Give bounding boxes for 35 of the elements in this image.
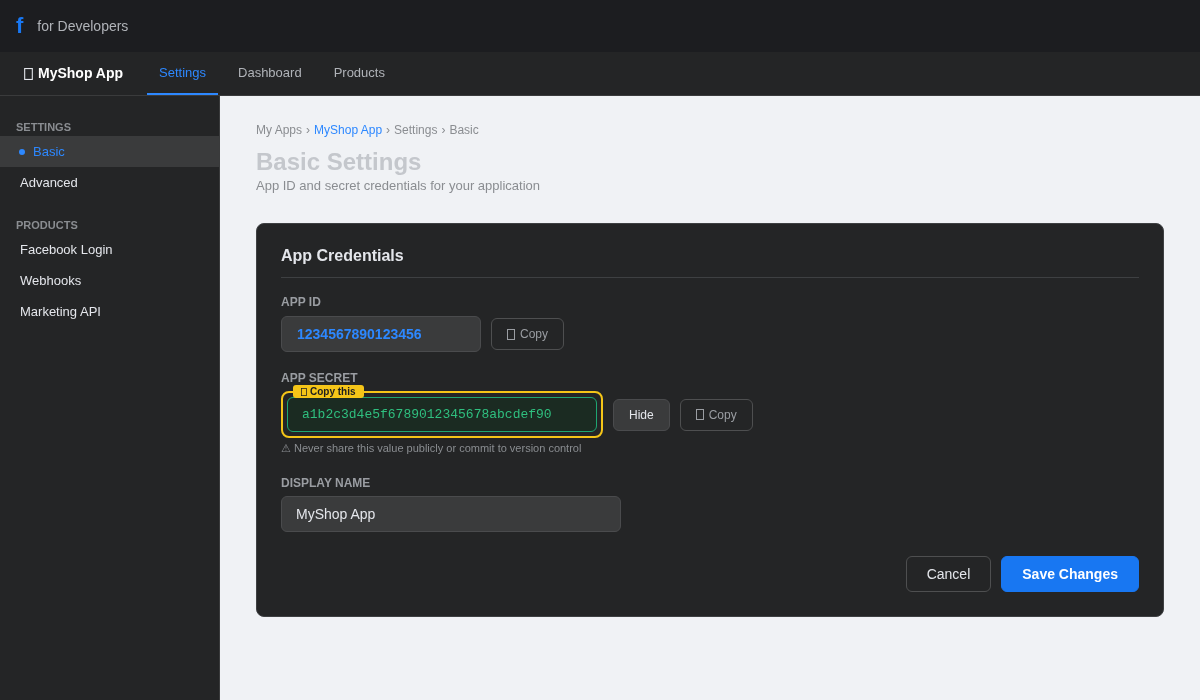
breadcrumb-separator: ›	[386, 122, 391, 138]
badge-caption: Copy this	[310, 385, 356, 398]
sidebar-heading: SETTINGS	[16, 120, 71, 134]
nav-tab[interactable]: Dashboard	[226, 52, 314, 95]
display-name-field[interactable]: MyShop App	[281, 496, 621, 532]
copy-button[interactable]: Copy	[679, 398, 753, 431]
card-title: App Credentials	[281, 246, 404, 266]
breadcrumb-item: My Apps	[256, 122, 303, 138]
page-subtitle: App ID and secret credentials for your application	[256, 177, 540, 195]
site-title: for Developers	[37, 16, 129, 36]
missing-glyph-icon	[507, 328, 515, 340]
nav-tab[interactable]: Products	[321, 52, 397, 95]
copy-button[interactable]: Copy	[491, 318, 564, 350]
field-label: APP SECRET	[281, 371, 358, 385]
cancel-button[interactable]: Cancel	[905, 556, 992, 592]
brand-logo[interactable]: f	[16, 15, 24, 37]
hide-button[interactable]: Hide	[613, 398, 670, 431]
sidebar-item[interactable]: Facebook Login	[0, 234, 219, 265]
warning-hint: ⚠ Never share this value publicly or commit to version control	[281, 441, 582, 455]
app-secret-field[interactable]: a1b2c3d4e5f6789012345678abcdef90	[287, 397, 597, 432]
breadcrumb-item: Settings	[394, 122, 438, 138]
field-label: APP ID	[281, 294, 321, 310]
breadcrumb-separator: ›	[306, 122, 311, 138]
sidebar-item[interactable]: Marketing API	[0, 296, 219, 327]
sidebar-item[interactable]: Webhooks	[0, 265, 219, 296]
field-label: DISPLAY NAME	[281, 475, 371, 491]
sidebar-heading: PRODUCTS	[16, 218, 78, 232]
breadcrumb-separator: ›	[441, 122, 446, 138]
missing-glyph-icon	[695, 409, 704, 420]
save-button[interactable]: Save Changes	[1001, 556, 1139, 592]
app-name: MyShop App	[38, 64, 124, 83]
missing-glyph-icon	[301, 387, 307, 396]
breadcrumb-item: Basic	[449, 122, 479, 138]
sidebar-item[interactable]: Advanced	[0, 167, 219, 198]
missing-glyph-icon	[24, 67, 33, 80]
